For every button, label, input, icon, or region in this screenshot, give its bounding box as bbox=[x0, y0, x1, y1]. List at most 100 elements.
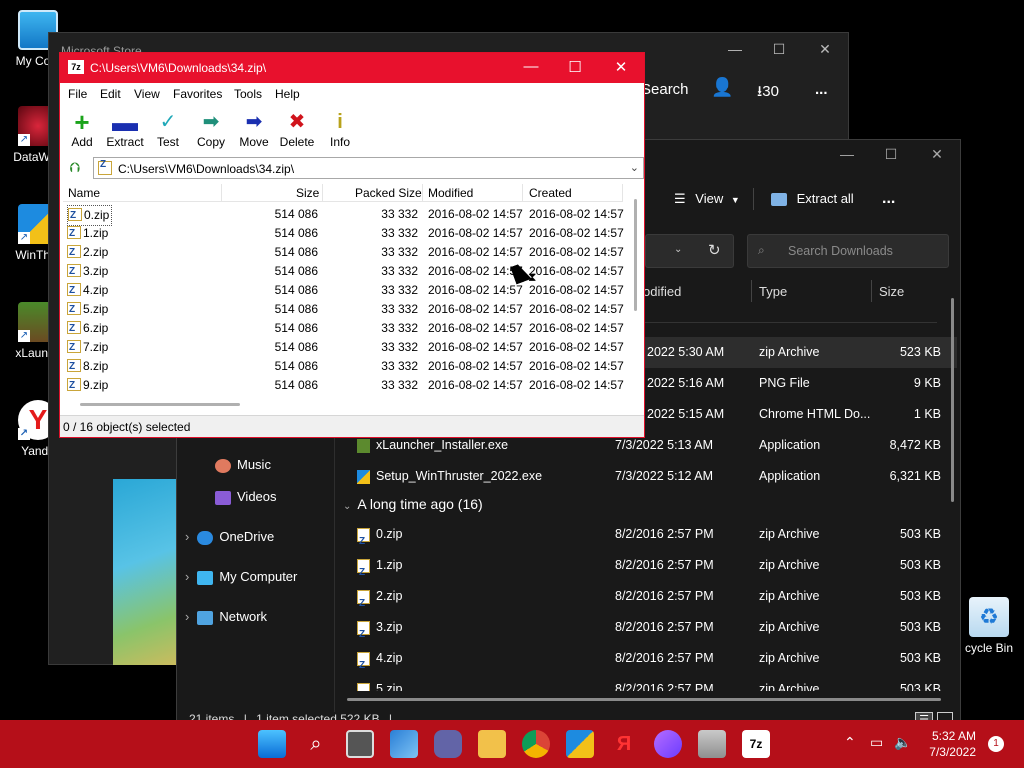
folder-up-button[interactable]: ⮉ bbox=[66, 159, 84, 177]
7zip-maximize-button[interactable]: ☐ bbox=[552, 58, 598, 76]
archive-row[interactable]: 7.zip 514 086 33 332 2016-08-02 14:57 20… bbox=[63, 338, 624, 357]
archive-row[interactable]: 8.zip 514 086 33 332 2016-08-02 14:57 20… bbox=[63, 357, 624, 376]
teams-chat-icon[interactable] bbox=[434, 730, 462, 758]
explorer-maximize-button[interactable]: ☐ bbox=[868, 146, 914, 163]
taskbar-clock[interactable]: 5:32 AM 7/3/2022 bbox=[929, 728, 976, 760]
archive-row[interactable]: 2.zip 514 086 33 332 2016-08-02 14:57 20… bbox=[63, 243, 624, 262]
alice-icon[interactable] bbox=[654, 730, 682, 758]
extract-all-button[interactable]: Extract all bbox=[771, 186, 854, 212]
group-label: A long time ago (16) bbox=[357, 496, 483, 512]
archive-row[interactable]: 5.zip 514 086 33 332 2016-08-02 14:57 20… bbox=[63, 300, 624, 319]
toolbar-info-button[interactable]: i Info bbox=[318, 109, 362, 149]
file-explorer-icon[interactable] bbox=[478, 730, 506, 758]
archive-row[interactable]: 1.zip 514 086 33 332 2016-08-02 14:57 20… bbox=[63, 224, 624, 243]
archive-row[interactable]: 4.zip 514 086 33 332 2016-08-02 14:57 20… bbox=[63, 281, 624, 300]
explorer-minimize-button[interactable]: — bbox=[824, 146, 870, 162]
nav-item-network[interactable]: › Network bbox=[185, 605, 267, 629]
archive-row[interactable]: 9.zip 514 086 33 332 2016-08-02 14:57 20… bbox=[63, 376, 624, 395]
network-status-icon[interactable]: ▭ bbox=[870, 734, 883, 751]
file-row[interactable]: Setup_WinThruster_2022.exe 7/3/2022 5:12… bbox=[347, 461, 957, 492]
downloads-button[interactable]: ⭳30 bbox=[757, 81, 779, 106]
file-date: 8/2/2016 2:57 PM bbox=[615, 558, 714, 572]
store-maximize-button[interactable]: ☐ bbox=[756, 41, 802, 58]
7zip-close-button[interactable]: ✕ bbox=[598, 58, 644, 76]
nav-item-videos[interactable]: Videos bbox=[215, 485, 277, 509]
widgets-icon[interactable] bbox=[390, 730, 418, 758]
menu-tools[interactable]: Tools bbox=[234, 87, 262, 101]
file-row[interactable]: 3.zip 8/2/2016 2:57 PM zip Archive 503 K… bbox=[347, 612, 957, 650]
address-bar[interactable]: ⌄ ↻ bbox=[645, 234, 734, 268]
column-packed-size[interactable]: Packed Size bbox=[355, 186, 422, 200]
7zip-titlebar[interactable]: 7z C:\Users\VM6\Downloads\34.zip\ — ☐ ✕ bbox=[60, 53, 644, 83]
store-more-button[interactable]: ... bbox=[815, 81, 828, 98]
menu-help[interactable]: Help bbox=[275, 87, 300, 101]
toolbar-add-button[interactable]: + Add bbox=[60, 109, 104, 149]
user-add-icon[interactable]: 👤 bbox=[711, 77, 733, 98]
refresh-icon[interactable]: ↻ bbox=[708, 241, 721, 259]
toolbar-delete-button[interactable]: ✖ Delete bbox=[275, 109, 319, 149]
volume-icon[interactable]: 🔈 bbox=[894, 734, 911, 751]
nav-item-music[interactable]: Music bbox=[215, 453, 271, 477]
file-row[interactable]: 4.zip 8/2/2016 2:57 PM zip Archive 503 K… bbox=[347, 643, 957, 681]
toolbar-move-button[interactable]: ➡ Move bbox=[232, 109, 276, 149]
store-close-button[interactable]: ✕ bbox=[802, 41, 848, 58]
archive-row[interactable]: 3.zip 514 086 33 332 2016-08-02 14:57 20… bbox=[63, 262, 624, 281]
nav-item-onedrive[interactable]: › OneDrive bbox=[185, 525, 274, 549]
7zip-taskbar-icon[interactable]: 7z bbox=[742, 730, 770, 758]
cloud-icon bbox=[197, 530, 214, 545]
file-size: 503 KB bbox=[899, 589, 941, 603]
file-row[interactable]: 0.zip 8/2/2016 2:57 PM zip Archive 503 K… bbox=[347, 519, 957, 557]
chrome-icon[interactable] bbox=[522, 730, 550, 758]
archive-row[interactable]: 6.zip 514 086 33 332 2016-08-02 14:57 20… bbox=[63, 319, 624, 338]
file-row[interactable]: 2.zip 8/2/2016 2:57 PM zip Archive 503 K… bbox=[347, 581, 957, 619]
menu-favorites[interactable]: Favorites bbox=[173, 87, 222, 101]
archive-name-cell: 9.zip bbox=[67, 376, 108, 395]
menu-edit[interactable]: Edit bbox=[100, 87, 121, 101]
menu-file[interactable]: File bbox=[68, 87, 87, 101]
chevron-down-icon: ⌄ bbox=[674, 244, 683, 255]
column-size[interactable]: Size bbox=[879, 284, 904, 299]
store-minimize-button[interactable]: — bbox=[712, 41, 758, 57]
column-size[interactable]: Size bbox=[296, 186, 319, 200]
view-button[interactable]: ☰ View ▼ bbox=[674, 186, 740, 212]
start-windows-icon[interactable] bbox=[258, 730, 286, 758]
7zip-address-bar[interactable]: C:\Users\VM6\Downloads\34.zip\ ⌄ bbox=[93, 157, 644, 179]
notification-badge[interactable]: 1 bbox=[988, 736, 1004, 752]
store-icon[interactable] bbox=[698, 730, 726, 758]
horizontal-scrollbar[interactable] bbox=[347, 698, 941, 701]
nav-item-my-computer[interactable]: › My Computer bbox=[185, 565, 297, 589]
group-header[interactable]: ⌄ A long time ago (16) bbox=[343, 496, 483, 512]
winthruster-taskbar-icon[interactable] bbox=[566, 730, 594, 758]
vertical-scrollbar[interactable] bbox=[951, 298, 954, 502]
zip-horizontal-scrollbar[interactable] bbox=[80, 403, 240, 406]
menu-view[interactable]: View bbox=[134, 87, 160, 101]
column-type[interactable]: Type bbox=[759, 284, 787, 299]
search-icon[interactable]: ⌕ bbox=[302, 730, 330, 758]
show-hidden-icons-chevron-icon[interactable]: ⌃ bbox=[844, 734, 856, 751]
file-row[interactable]: 5.zip 8/2/2016 2:57 PM zip Archive 503 K… bbox=[347, 674, 957, 691]
7zip-minimize-button[interactable]: — bbox=[508, 58, 554, 75]
desktop-icon-recycle-bin[interactable]: ♻ cycle Bin bbox=[954, 597, 1024, 655]
toolbar-extract-button[interactable]: ▬ Extract bbox=[103, 109, 147, 149]
yandex-browser-icon[interactable]: Я bbox=[610, 730, 638, 758]
column-name[interactable]: Name bbox=[68, 186, 100, 200]
archive-row[interactable]: 0.zip 514 086 33 332 2016-08-02 14:57 20… bbox=[63, 205, 624, 226]
zip-vertical-scrollbar[interactable] bbox=[634, 199, 637, 311]
toolbar-copy-button[interactable]: ➡ Copy bbox=[189, 109, 233, 149]
file-row[interactable]: 1.zip 8/2/2016 2:57 PM zip Archive 503 K… bbox=[347, 550, 957, 588]
explorer-more-button[interactable]: ... bbox=[882, 186, 895, 212]
nav-label: Videos bbox=[237, 489, 277, 504]
column-modified[interactable]: Modified bbox=[428, 186, 473, 200]
search-box[interactable]: ⌕ Search Downloads bbox=[747, 234, 949, 268]
toolbar-test-button[interactable]: ✓ Test bbox=[146, 109, 190, 149]
search-input[interactable]: Search Downloads bbox=[788, 244, 893, 258]
column-modified[interactable]: odified bbox=[643, 284, 681, 299]
archive-modified: 2016-08-02 14:57 bbox=[428, 283, 523, 297]
explorer-close-button[interactable]: ✕ bbox=[914, 146, 960, 163]
store-search-label[interactable]: Search bbox=[641, 81, 689, 98]
file-size: 503 KB bbox=[899, 651, 941, 665]
chevron-down-icon[interactable]: ⌄ bbox=[630, 161, 639, 174]
task-view-icon[interactable] bbox=[346, 730, 374, 758]
column-created[interactable]: Created bbox=[529, 186, 572, 200]
file-size: 523 KB bbox=[899, 345, 941, 359]
